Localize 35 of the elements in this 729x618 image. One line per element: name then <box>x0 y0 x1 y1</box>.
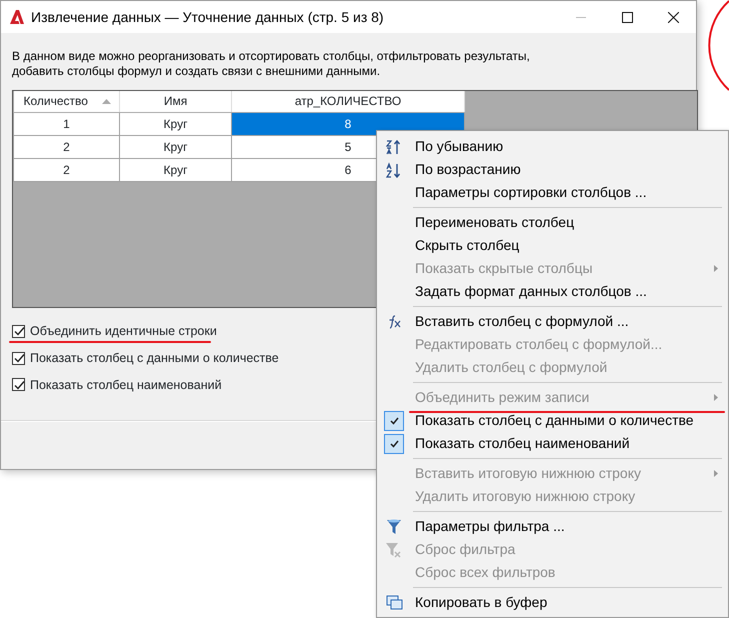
copy-icon <box>386 595 402 610</box>
table-cell[interactable]: Круг <box>120 158 232 181</box>
menu-item[interactable]: Параметры фильтра ... <box>379 515 728 538</box>
close-icon <box>668 12 678 22</box>
sort-arrow-icon <box>102 99 111 104</box>
checkbox[interactable] <box>12 352 25 365</box>
filter-clear-icon <box>386 542 402 558</box>
filter-icon <box>387 518 401 534</box>
checkbox[interactable] <box>12 324 25 338</box>
menu-item[interactable]: Параметры сортировки столбцов ... <box>379 181 728 204</box>
column-header[interactable]: Количество <box>14 91 120 112</box>
sort-descending-icon <box>386 138 402 154</box>
table-cell[interactable]: 2 <box>14 158 120 181</box>
menu-item[interactable]: Копировать в буфер <box>379 591 728 614</box>
app-logo-icon <box>9 9 25 25</box>
sort-ascending-icon <box>386 162 402 178</box>
window-title: Извлечение данных — Уточнение данных (стр. 5 из 8) <box>31 8 384 27</box>
description-text: В данном виде можно реорганизовать и отсортировать столбцы, отфильтровать результаты, добавить столбцы формул и создать связи с внешними данными. <box>12 49 531 79</box>
menu-item[interactable]: Показать столбец с данными о количестве <box>379 409 728 432</box>
checkbox-label[interactable]: Показать столбец наименований <box>30 376 222 394</box>
maximize-icon <box>622 12 632 22</box>
table-cell[interactable]: 2 <box>14 135 120 158</box>
column-header[interactable]: Имя <box>120 91 232 112</box>
menu-item[interactable]: Задать формат данных столбцов ... <box>379 280 728 303</box>
menu-item[interactable]: Вставить столбец с формулой ... <box>379 310 728 333</box>
column-header[interactable]: атр_КОЛИЧЕСТВО <box>232 91 464 112</box>
checkbox[interactable] <box>12 378 25 392</box>
checkbox-label[interactable]: Объединить идентичные строки <box>30 322 217 341</box>
menu-item[interactable]: Переименовать столбец <box>379 211 728 234</box>
table-cell[interactable]: Круг <box>120 112 232 135</box>
table-cell[interactable]: Круг <box>120 135 232 158</box>
menu-item[interactable]: Показать столбец наименований <box>379 432 728 455</box>
table-cell[interactable]: 1 <box>14 112 120 135</box>
menu-item[interactable]: Скрыть столбец <box>379 234 728 257</box>
checkbox-label[interactable]: Показать столбец с данными о количестве <box>30 348 279 368</box>
